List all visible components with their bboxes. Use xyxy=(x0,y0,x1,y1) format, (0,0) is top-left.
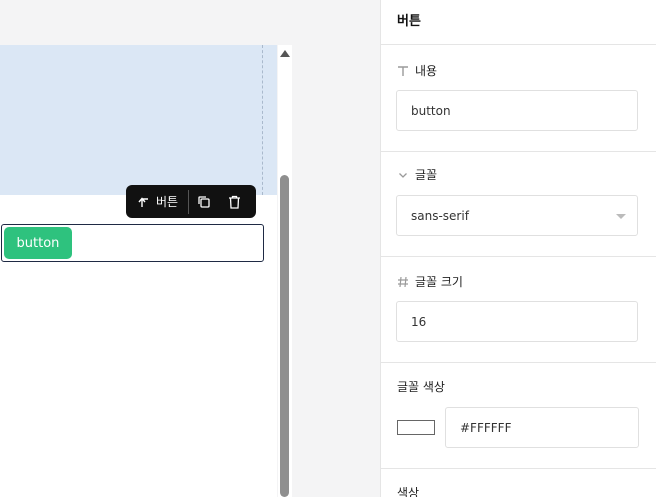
font-color-swatch[interactable] xyxy=(397,420,435,435)
arrow-up-left-icon xyxy=(138,196,148,207)
font-label-row: 글꼴 xyxy=(397,166,437,183)
dropdown-caret-icon xyxy=(616,214,626,219)
font-size-label: 글꼴 크기 xyxy=(415,275,463,289)
panel-title: 버튼 xyxy=(381,0,656,45)
trash-icon xyxy=(228,195,240,209)
color-group: 색상 xyxy=(381,469,656,497)
text-icon xyxy=(397,65,409,77)
font-color-label: 글꼴 색상 xyxy=(397,380,445,394)
canvas-button[interactable]: button xyxy=(4,227,72,259)
page-canvas xyxy=(0,45,277,497)
font-select-value: sans-serif xyxy=(411,208,469,223)
scroll-thumb[interactable] xyxy=(280,175,289,497)
scroll-up-arrow[interactable] xyxy=(280,50,290,57)
select-parent-button[interactable]: 버튼 xyxy=(126,185,188,218)
parent-label: 버튼 xyxy=(156,195,179,209)
copy-icon xyxy=(198,195,210,208)
duplicate-button[interactable] xyxy=(189,185,219,218)
font-size-group: 글꼴 크기 16 xyxy=(381,257,656,363)
font-group: 글꼴 sans-serif xyxy=(381,152,656,257)
content-label-row: 내용 xyxy=(397,62,437,79)
editor-canvas: 버튼 button xyxy=(0,0,380,497)
delete-button[interactable] xyxy=(219,185,249,218)
element-toolbar: 버튼 xyxy=(126,185,256,218)
properties-panel: 버튼 내용 button 글꼴 sans-serif 글꼴 크기 16 글꼴 색… xyxy=(380,0,656,497)
color-label: 색상 xyxy=(397,486,420,497)
chevron-down-icon[interactable] xyxy=(397,170,409,180)
canvas-scrollbar[interactable] xyxy=(278,45,292,497)
font-select[interactable]: sans-serif xyxy=(396,195,638,236)
selected-section[interactable] xyxy=(0,45,277,195)
font-color-group: 글꼴 색상 #FFFFFF xyxy=(381,363,656,469)
font-size-label-row: 글꼴 크기 xyxy=(397,273,463,290)
hash-icon xyxy=(397,276,409,288)
selected-element-frame[interactable]: button xyxy=(1,224,264,262)
font-color-input[interactable]: #FFFFFF xyxy=(445,407,639,448)
content-input[interactable]: button xyxy=(396,90,638,131)
font-label: 글꼴 xyxy=(415,168,438,182)
content-label: 내용 xyxy=(415,64,438,78)
section-guide xyxy=(262,45,263,195)
content-group: 내용 button xyxy=(381,45,656,152)
font-size-input[interactable]: 16 xyxy=(396,301,638,342)
